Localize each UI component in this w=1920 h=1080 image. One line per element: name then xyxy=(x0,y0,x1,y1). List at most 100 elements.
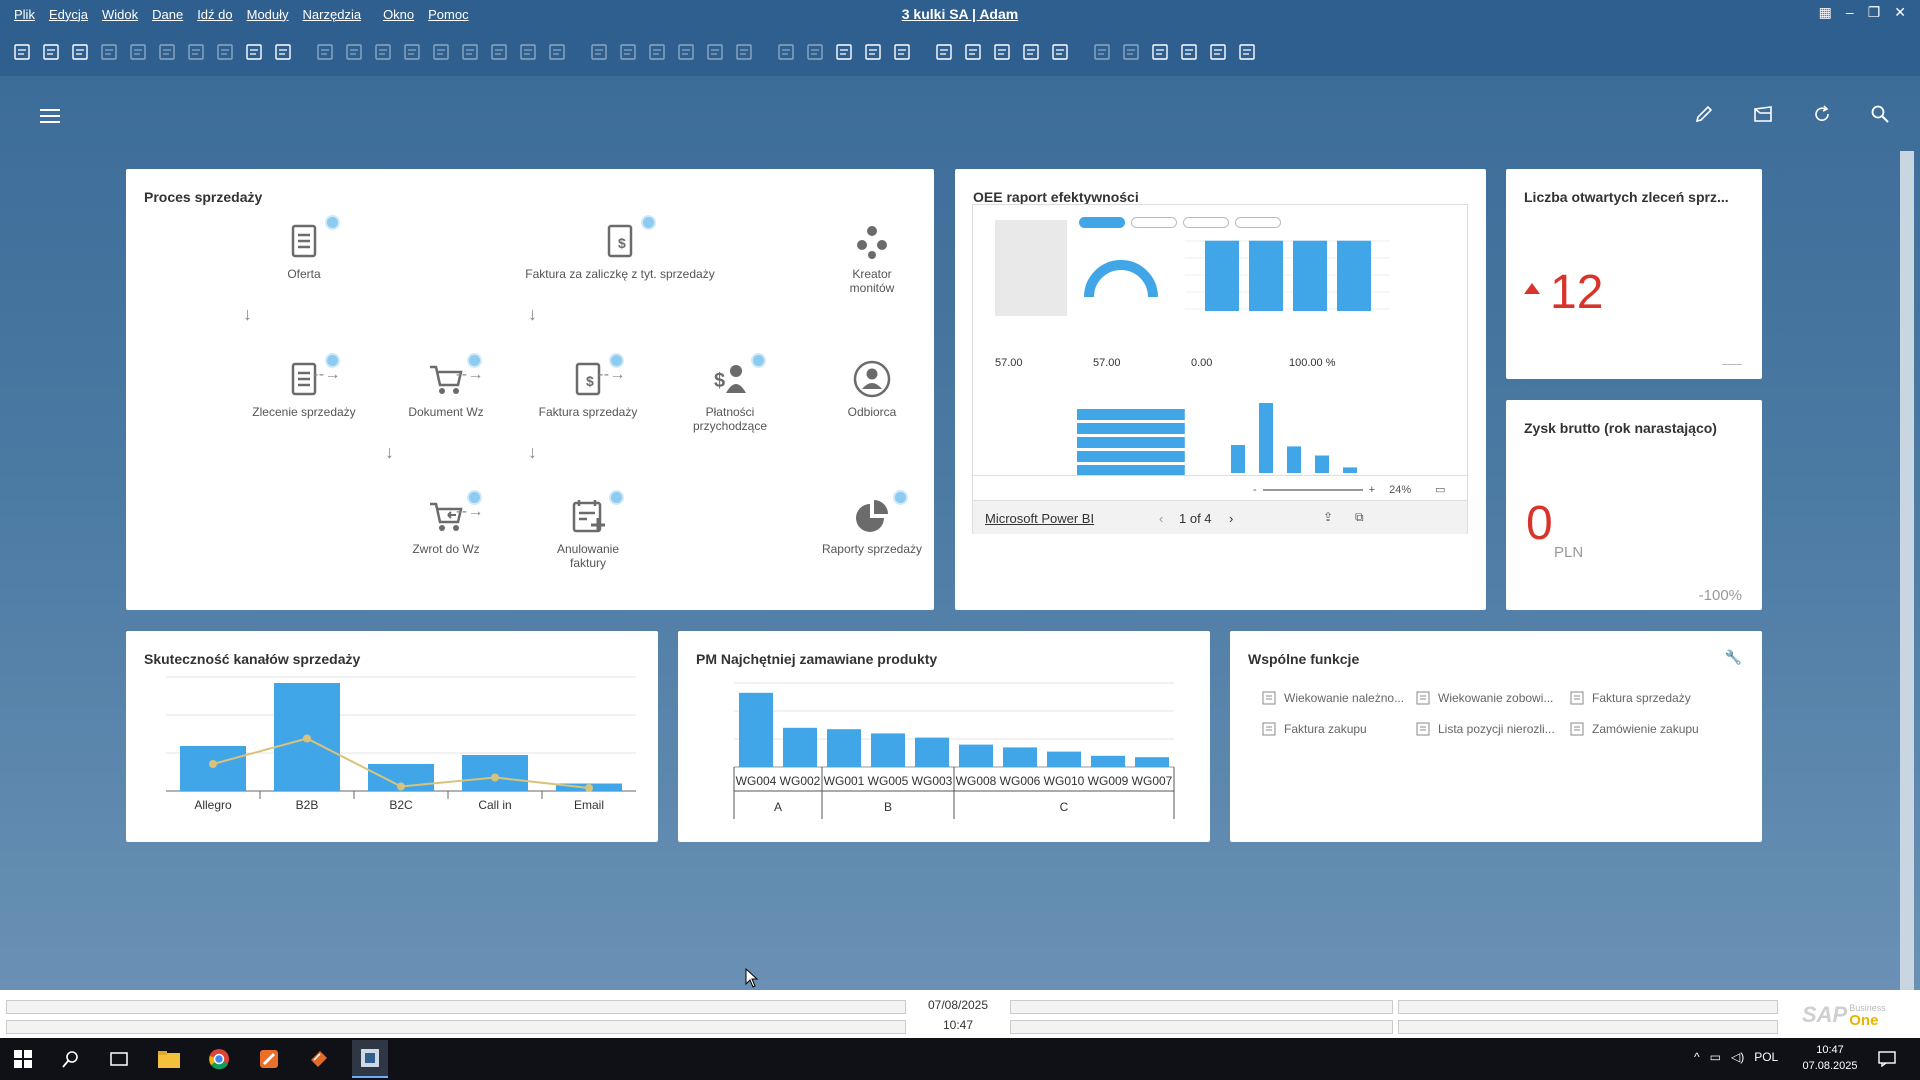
network-icon[interactable]: ▭ xyxy=(1710,1050,1721,1064)
table-icon[interactable] xyxy=(990,40,1014,64)
app-icon[interactable] xyxy=(256,1046,282,1072)
excel-icon[interactable] xyxy=(155,40,179,64)
process-node-return[interactable]: Zwrot do Wz xyxy=(376,490,516,556)
process-node-cancel-invoice[interactable]: Anulowanie faktury xyxy=(518,490,658,570)
report-tab[interactable] xyxy=(1131,217,1177,228)
funnel-icon[interactable] xyxy=(516,40,540,64)
layout-icon[interactable]: ▦ xyxy=(1819,4,1832,21)
pdf-icon[interactable] xyxy=(213,40,237,64)
menu-widok[interactable]: Widok xyxy=(102,7,138,22)
zoom-out-icon[interactable]: - xyxy=(1253,484,1257,496)
chrome-icon[interactable] xyxy=(206,1046,232,1072)
pan-icon[interactable] xyxy=(242,40,266,64)
calendar-icon[interactable] xyxy=(932,40,956,64)
edit-icon[interactable] xyxy=(774,40,798,64)
cockpit-icon[interactable] xyxy=(1752,104,1774,127)
minimize-icon[interactable]: – xyxy=(1846,4,1854,21)
calculator-icon[interactable] xyxy=(732,40,756,64)
message-icon[interactable] xyxy=(861,40,885,64)
function-link[interactable]: Zamówienie zakupu xyxy=(1570,722,1699,736)
find-icon[interactable] xyxy=(10,40,34,64)
prev-icon[interactable] xyxy=(400,40,424,64)
add-icon[interactable] xyxy=(641,215,656,230)
add-icon[interactable] xyxy=(325,215,340,230)
zoom-slider[interactable] xyxy=(1262,488,1363,491)
function-link[interactable]: Lista pozycji nierozli... xyxy=(1416,722,1555,736)
menu-plik[interactable]: Plik xyxy=(14,7,35,22)
refresh-icon[interactable] xyxy=(487,40,511,64)
report-tab[interactable] xyxy=(1183,217,1229,228)
notifications-icon[interactable] xyxy=(1874,1046,1900,1072)
filter-icon[interactable] xyxy=(313,40,337,64)
open-orders-kpi-widget[interactable]: Liczba otwartych zleceń sprz... 12 xyxy=(1506,169,1762,379)
process-node-reports[interactable]: Raporty sprzedaży xyxy=(802,490,942,556)
add-icon[interactable] xyxy=(609,490,624,505)
search-icon[interactable] xyxy=(58,1046,84,1072)
menu-moduly[interactable]: Moduły xyxy=(247,7,289,22)
file-explorer-icon[interactable] xyxy=(156,1046,182,1072)
restore-icon[interactable]: ❐ xyxy=(1868,4,1881,21)
process-node-downpayment[interactable]: $ Faktura za zaliczkę z tyt. sprzedaży xyxy=(520,215,720,281)
function-link[interactable]: Faktura sprzedaży xyxy=(1570,691,1691,705)
help-icon[interactable] xyxy=(1235,40,1259,64)
process-node-payments[interactable]: $ Płatności przychodzące xyxy=(660,353,800,433)
copy-icon[interactable] xyxy=(1090,40,1114,64)
next-icon[interactable] xyxy=(429,40,453,64)
taskbar-clock[interactable]: 10:47 07.08.2025 xyxy=(1800,1042,1860,1074)
next-page-icon[interactable]: › xyxy=(1229,511,1233,526)
search-icon[interactable] xyxy=(1870,104,1890,127)
approval-icon[interactable] xyxy=(803,40,827,64)
grid-icon[interactable] xyxy=(1119,40,1143,64)
process-node-customer[interactable]: Odbiorca xyxy=(802,359,942,419)
settings-icon[interactable]: 🔧 xyxy=(1725,649,1742,666)
users-icon[interactable] xyxy=(1019,40,1043,64)
settings-icon[interactable] xyxy=(703,40,727,64)
language-indicator[interactable]: POL xyxy=(1754,1050,1778,1064)
chevron-up-icon[interactable]: ^ xyxy=(1694,1050,1700,1064)
share-icon[interactable]: ⇪ xyxy=(1323,510,1333,524)
base-doc-icon[interactable] xyxy=(587,40,611,64)
process-node-delivery[interactable]: Dokument Wz xyxy=(376,353,516,419)
zoom-in-icon[interactable]: + xyxy=(1369,484,1375,496)
print-icon[interactable] xyxy=(39,40,63,64)
gross-profit-kpi-widget[interactable]: Zysk brutto (rok narastająco) 0 PLN -100… xyxy=(1506,400,1762,610)
task-view-icon[interactable] xyxy=(106,1046,132,1072)
menu-okno[interactable]: Okno xyxy=(383,7,414,22)
chat-icon[interactable] xyxy=(890,40,914,64)
last-icon[interactable] xyxy=(458,40,482,64)
menu-idz-do[interactable]: Idź do xyxy=(197,7,232,22)
menu-dane[interactable]: Dane xyxy=(152,7,183,22)
function-link[interactable]: Wiekowanie należno... xyxy=(1262,691,1404,705)
powerbi-report-frame[interactable]: 100.00 % 57.00 57.00 0.00 100.00 % - + 2… xyxy=(972,204,1468,534)
sort-icon[interactable] xyxy=(545,40,569,64)
layout-icon[interactable] xyxy=(271,40,295,64)
report-tab[interactable] xyxy=(1079,217,1125,228)
first-icon[interactable] xyxy=(371,40,395,64)
add-icon[interactable] xyxy=(751,353,766,368)
prev-page-icon[interactable]: ‹ xyxy=(1159,511,1163,526)
menu-narzedzia[interactable]: Narzędzia xyxy=(303,7,362,22)
web-icon[interactable] xyxy=(1206,40,1230,64)
function-link[interactable]: Wiekowanie zobowi... xyxy=(1416,691,1553,705)
fit-page-icon[interactable]: ▭ xyxy=(1435,483,1445,496)
gross-profit-icon[interactable] xyxy=(674,40,698,64)
sap-business-one-taskbar-icon[interactable] xyxy=(352,1040,388,1078)
process-node-sales-order[interactable]: Zlecenie sprzedaży xyxy=(234,353,374,419)
payment-icon[interactable] xyxy=(645,40,669,64)
history-icon[interactable] xyxy=(961,40,985,64)
report-tab[interactable] xyxy=(1235,217,1281,228)
email-icon[interactable] xyxy=(97,40,121,64)
fullscreen-icon[interactable]: ⧉ xyxy=(1355,510,1364,525)
hamburger-menu-icon[interactable] xyxy=(40,108,60,127)
process-node-offer[interactable]: Oferta xyxy=(234,215,374,281)
scrollbar[interactable] xyxy=(1900,151,1914,991)
app-icon[interactable] xyxy=(306,1046,332,1072)
menu-edycja[interactable]: Edycja xyxy=(49,7,88,22)
windows-start-icon[interactable] xyxy=(10,1046,36,1072)
stamp-icon[interactable] xyxy=(1048,40,1072,64)
form-settings-icon[interactable] xyxy=(1177,40,1201,64)
print-preview-icon[interactable] xyxy=(68,40,92,64)
target-doc-icon[interactable] xyxy=(616,40,640,64)
first-record-icon[interactable] xyxy=(342,40,366,64)
journal-icon[interactable] xyxy=(832,40,856,64)
